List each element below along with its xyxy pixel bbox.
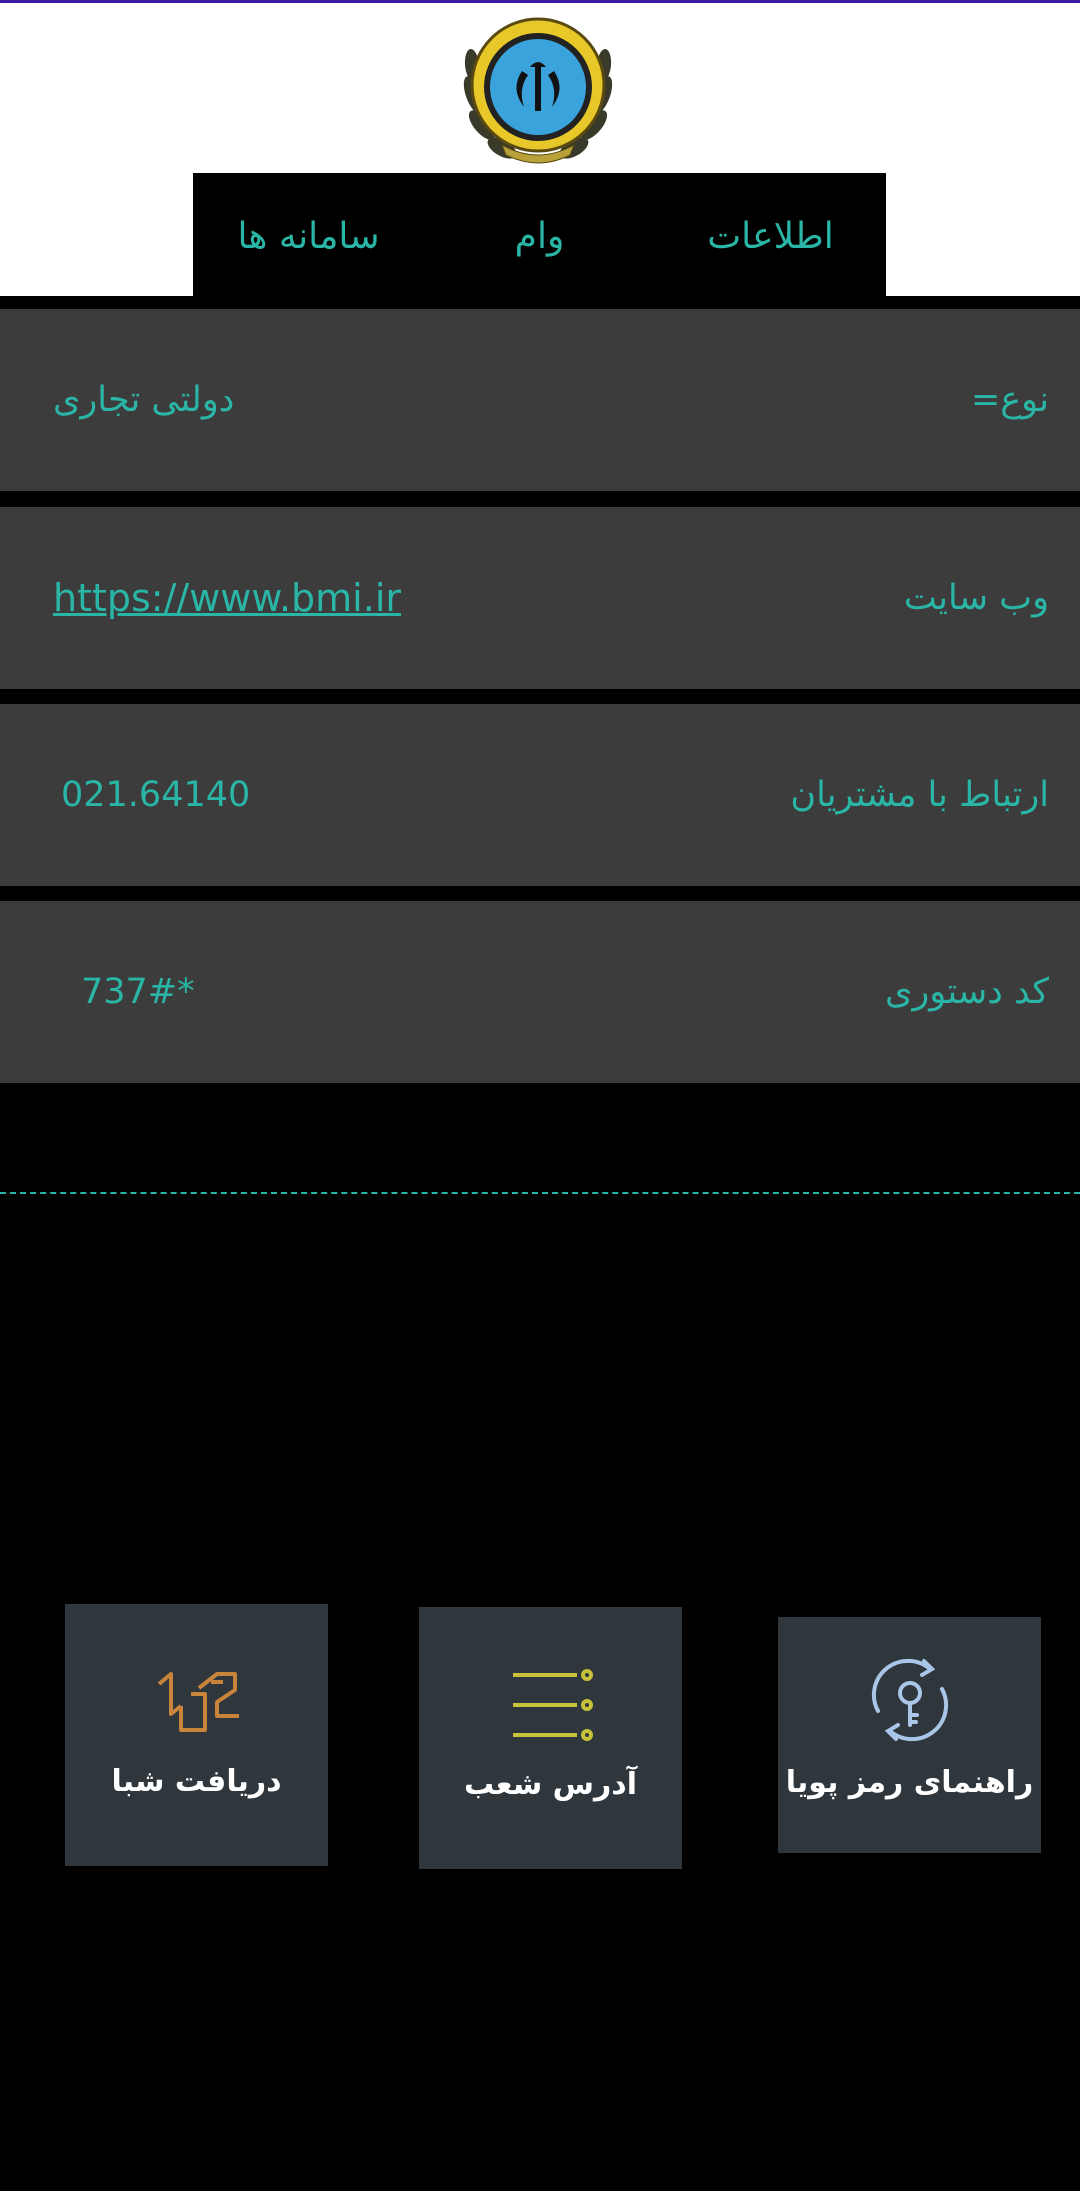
dynamic-password-icon bbox=[871, 1658, 948, 1742]
bank-logo bbox=[463, 17, 613, 164]
dynamic-password-label: راهنمای رمز پویا bbox=[785, 1765, 1034, 1800]
info-row-customer-service: 021.64140 ارتباط با مشتریان bbox=[0, 704, 1080, 886]
get-sheba-card[interactable]: دریافت شبا bbox=[65, 1604, 328, 1866]
tab-info[interactable]: اطلاعات bbox=[655, 216, 886, 257]
tab-bar: اطلاعات وام سامانه ها bbox=[193, 173, 886, 299]
website-label: وب سایت bbox=[903, 578, 1049, 618]
customer-service-phone[interactable]: 021.64140 bbox=[53, 775, 250, 815]
tab-loan[interactable]: وام bbox=[424, 216, 655, 257]
info-row-website: https://www.bmi.ir وب سایت bbox=[0, 507, 1080, 689]
type-value: دولتی تجاری bbox=[53, 380, 235, 420]
ussd-label: کد دستوری bbox=[884, 972, 1049, 1012]
info-row-type: دولتی تجاری نوع= bbox=[0, 309, 1080, 491]
dashed-divider bbox=[0, 1192, 1080, 1194]
sheba-icon bbox=[157, 1672, 239, 1732]
type-label: نوع= bbox=[970, 380, 1049, 420]
customer-service-label: ارتباط با مشتریان bbox=[790, 775, 1049, 815]
dynamic-password-card[interactable]: راهنمای رمز پویا bbox=[778, 1617, 1041, 1853]
ussd-code[interactable]: *737# bbox=[53, 972, 195, 1012]
branch-address-card[interactable]: آدرس شعب bbox=[419, 1607, 682, 1869]
list-icon bbox=[512, 1669, 593, 1741]
header: اطلاعات وام سامانه ها bbox=[0, 3, 1080, 299]
branch-address-label: آدرس شعب bbox=[464, 1767, 637, 1802]
website-link[interactable]: https://www.bmi.ir bbox=[53, 576, 401, 620]
tab-systems[interactable]: سامانه ها bbox=[193, 216, 424, 257]
info-row-ussd: *737# کد دستوری bbox=[0, 901, 1080, 1083]
get-sheba-label: دریافت شبا bbox=[111, 1764, 282, 1799]
